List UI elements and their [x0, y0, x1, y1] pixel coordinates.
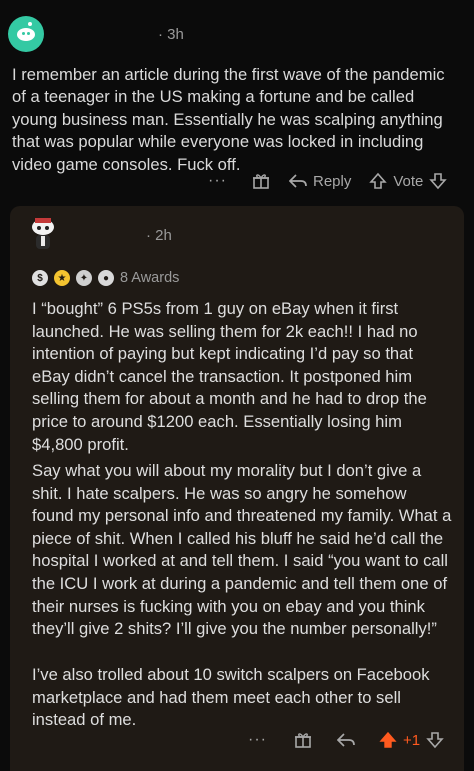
reply-label: Reply: [312, 172, 352, 190]
comment-body: I remember an article during the first w…: [12, 65, 445, 174]
award-icon: ★: [54, 270, 70, 286]
reply-action-bar: ··· +1: [248, 730, 444, 750]
award-icon: $: [32, 270, 48, 286]
more-options-button[interactable]: ···: [248, 731, 267, 749]
reply-paragraph: I’ve also trolled about 10 switch scalpe…: [32, 665, 430, 730]
awards-row[interactable]: $ ★ ✦ ● 8 Awards: [32, 270, 179, 286]
downvote-icon[interactable]: [426, 731, 444, 749]
awards-count: 8 Awards: [120, 270, 180, 286]
reply-timestamp: · 2h: [146, 227, 172, 244]
snoo-avatar-icon: [32, 218, 54, 249]
reply-paragraph: I “bought” 6 PS5s from 1 guy on eBay whe…: [32, 299, 427, 454]
more-options-button[interactable]: ···: [208, 172, 227, 190]
snoo-avatar-icon: [17, 27, 35, 41]
upvote-icon[interactable]: [379, 731, 397, 749]
reply-paragraph: Say what you will about my morality but …: [32, 461, 452, 639]
award-icon: ●: [98, 270, 114, 286]
comment-timestamp: · 3h: [158, 26, 184, 43]
reply-button[interactable]: Reply: [288, 172, 352, 190]
vote-control: Vote: [369, 172, 448, 190]
reply-arrow-icon[interactable]: [336, 732, 355, 748]
reply-user-avatar[interactable]: [28, 214, 58, 252]
upvote-icon[interactable]: [369, 172, 388, 190]
add-award-icon[interactable]: [251, 171, 271, 191]
downvote-icon[interactable]: [429, 172, 448, 190]
comment-action-bar: ··· Reply Vote: [208, 171, 448, 191]
reply-arrow-icon: [288, 173, 307, 189]
vote-control: +1: [379, 731, 444, 749]
add-award-icon[interactable]: [293, 730, 313, 750]
award-icon: ✦: [76, 270, 92, 286]
vote-label: Vote: [393, 172, 424, 190]
vote-count: +1: [402, 731, 421, 749]
user-avatar[interactable]: [8, 16, 44, 52]
